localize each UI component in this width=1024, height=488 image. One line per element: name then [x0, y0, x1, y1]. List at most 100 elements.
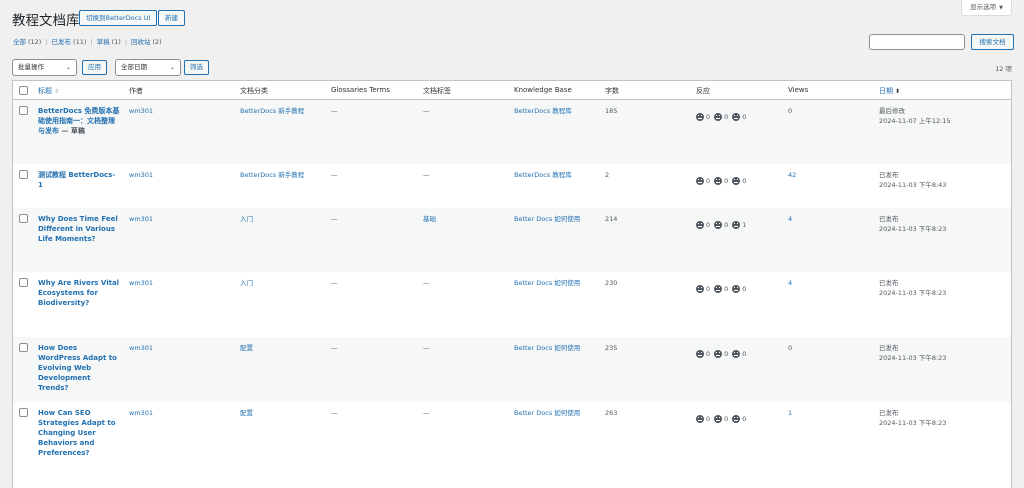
views-count: 4	[788, 279, 793, 287]
word-count: 235	[605, 344, 618, 352]
doc-title[interactable]: How Does WordPress Adapt to Evolving Web…	[38, 343, 120, 393]
reaction-item[interactable]: 0	[696, 284, 710, 294]
category-link[interactable]: 配置	[240, 408, 253, 418]
reaction-item[interactable]: 0	[732, 176, 746, 186]
row-checkbox[interactable]	[19, 214, 28, 223]
category-link[interactable]: 配置	[240, 343, 253, 353]
screen-options-button[interactable]: 显示选项 ▼	[961, 0, 1012, 16]
word-count: 263	[605, 409, 618, 417]
date-cell: 最后修改 2024-11-07 上午12:15	[879, 106, 951, 126]
select-all-checkbox[interactable]	[19, 86, 28, 95]
reaction-item[interactable]: 0	[696, 176, 710, 186]
row-checkbox[interactable]	[19, 106, 28, 115]
glossaries-value: —	[331, 279, 338, 287]
face-icon	[732, 113, 741, 121]
view-draft-link[interactable]: 草稿 (1)	[97, 38, 121, 46]
author-link[interactable]: wm301	[129, 343, 153, 353]
row-checkbox[interactable]	[19, 278, 28, 287]
tags-value: —	[423, 107, 430, 115]
view-all-link[interactable]: 全部 (12)	[13, 38, 41, 46]
reaction-item[interactable]: 0	[714, 414, 728, 424]
reaction-item[interactable]: 0	[714, 349, 728, 359]
category-link[interactable]: 入门	[240, 214, 253, 224]
view-published-link[interactable]: 已发布 (11)	[52, 38, 87, 46]
reaction-item[interactable]: 0	[696, 414, 710, 424]
publish-status: 已发布	[879, 279, 899, 287]
column-title[interactable]: 标题 ⇕	[38, 86, 59, 96]
switch-ui-button[interactable]: 切换到BetterDocs UI	[79, 10, 158, 26]
column-reactions: 反应	[696, 87, 710, 95]
knowledge-base-link[interactable]: Better Docs 如何使用	[514, 343, 580, 353]
search-input[interactable]	[869, 34, 965, 50]
column-word-count: 字数	[605, 87, 619, 95]
publish-status: 已发布	[879, 171, 899, 179]
doc-title[interactable]: 测试教程 BetterDocs-1	[38, 170, 120, 190]
reaction-item[interactable]: 0	[696, 220, 710, 230]
row-checkbox[interactable]	[19, 408, 28, 417]
doc-title[interactable]: BetterDocs 免费版本基础使用指南一：文档整理与发布 — 草稿	[38, 106, 120, 136]
knowledge-base-link[interactable]: Better Docs 如何使用	[514, 408, 580, 418]
column-tags: 文档标签	[423, 87, 451, 95]
glossaries-value: —	[331, 344, 338, 352]
knowledge-base-link[interactable]: Better Docs 如何使用	[514, 278, 580, 288]
face-icon	[696, 113, 704, 121]
category-link[interactable]: BetterDocs 新手教程	[240, 106, 304, 116]
word-count: 230	[605, 279, 618, 287]
reaction-item[interactable]: 0	[732, 349, 746, 359]
search-button[interactable]: 搜索文档	[971, 34, 1014, 50]
word-count: 2	[605, 171, 610, 179]
filter-button[interactable]: 筛选	[184, 60, 209, 75]
tags-value: —	[423, 171, 430, 179]
author-link[interactable]: wm301	[129, 278, 153, 288]
reaction-item[interactable]: 0	[732, 284, 746, 294]
author-link[interactable]: wm301	[129, 214, 153, 224]
doc-title[interactable]: Why Are Rivers Vital Ecosystems for Biod…	[38, 278, 120, 308]
tags-value: —	[423, 344, 430, 352]
doc-title[interactable]: How Can SEO Strategies Adapt to Changing…	[38, 408, 120, 458]
author-link[interactable]: wm301	[129, 106, 153, 116]
row-checkbox[interactable]	[19, 170, 28, 179]
tags-value[interactable]: 基础	[423, 214, 436, 224]
face-icon	[732, 221, 741, 229]
reaction-item[interactable]: 1	[732, 220, 746, 230]
knowledge-base-link[interactable]: Better Docs 如何使用	[514, 214, 580, 224]
reaction-item[interactable]: 0	[714, 220, 728, 230]
doc-title[interactable]: Why Does Time Feel Different in Various …	[38, 214, 120, 244]
reaction-item[interactable]: 0	[732, 112, 746, 122]
table-row: How Does WordPress Adapt to Evolving Web…	[13, 337, 1011, 402]
reaction-item[interactable]: 0	[714, 284, 728, 294]
row-checkbox[interactable]	[19, 343, 28, 352]
bulk-action-select[interactable]: 批量操作 ⌄	[12, 59, 77, 76]
category-link[interactable]: BetterDocs 新手教程	[240, 170, 304, 180]
reaction-item[interactable]: 0	[714, 112, 728, 122]
category-link[interactable]: 入门	[240, 278, 253, 288]
face-icon	[696, 285, 704, 293]
reaction-item[interactable]: 0	[696, 349, 710, 359]
date-cell: 已发布 2024-11-03 下午8:23	[879, 214, 946, 234]
reaction-item[interactable]: 0	[732, 414, 746, 424]
reactions-group: 000	[696, 414, 746, 424]
knowledge-base-link[interactable]: BetterDocs 教程库	[514, 170, 572, 180]
word-count: 185	[605, 107, 618, 115]
status-filter-links: 全部 (12) | 已发布 (11) | 草稿 (1) | 回收站 (2)	[13, 38, 162, 46]
views-count: 0	[788, 107, 793, 115]
face-icon	[696, 350, 704, 358]
knowledge-base-link[interactable]: BetterDocs 教程库	[514, 106, 572, 116]
date-filter-select[interactable]: 全部日期 ⌄	[115, 59, 181, 76]
apply-button[interactable]: 应用	[82, 60, 107, 75]
author-link[interactable]: wm301	[129, 408, 153, 418]
glossaries-value: —	[331, 171, 338, 179]
publish-date: 2024-11-07 上午12:15	[879, 117, 951, 125]
tags-value: —	[423, 409, 430, 417]
date-cell: 已发布 2024-11-03 下午8:23	[879, 278, 946, 298]
screen-options-label: 显示选项	[970, 3, 997, 11]
date-cell: 已发布 2024-11-03 下午8:23	[879, 343, 946, 363]
view-trash-link[interactable]: 回收站 (2)	[131, 38, 162, 46]
reaction-item[interactable]: 0	[696, 112, 710, 122]
reactions-group: 000	[696, 112, 746, 122]
column-date[interactable]: 日期 ⬍	[879, 86, 900, 96]
author-link[interactable]: wm301	[129, 170, 153, 180]
publish-date: 2024-11-03 下午8:23	[879, 354, 947, 362]
reaction-item[interactable]: 0	[714, 176, 728, 186]
add-new-button[interactable]: 新建	[158, 10, 185, 26]
